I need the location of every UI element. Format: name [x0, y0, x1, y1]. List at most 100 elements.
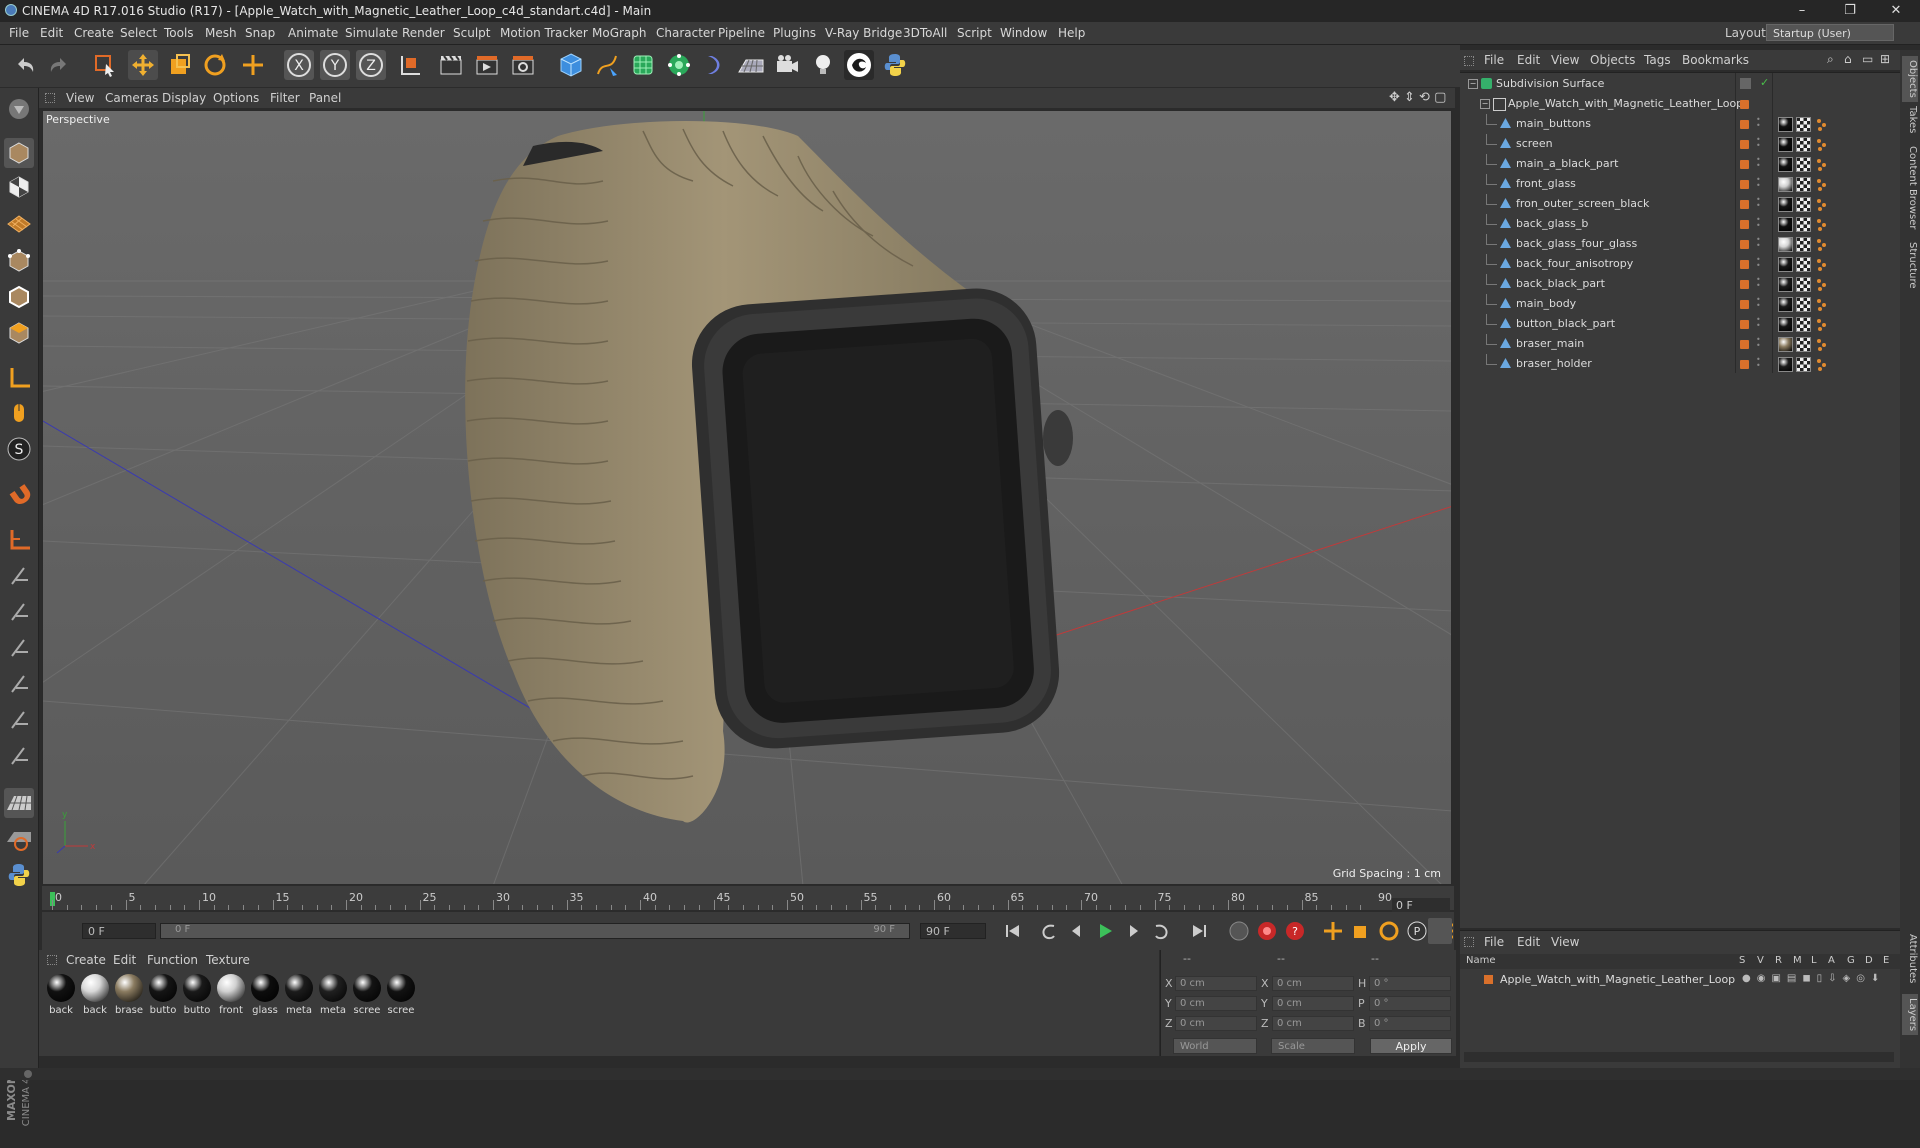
material-tag-icon[interactable] — [1778, 257, 1793, 272]
y-axis-lock-button[interactable]: Y — [320, 50, 350, 80]
object-row[interactable]: back_four_anisotropy • • — [1460, 254, 1900, 274]
uvw-tag-icon[interactable] — [1796, 277, 1811, 292]
object-row[interactable]: braser_holder • • — [1460, 354, 1900, 374]
phong-tag-icon[interactable] — [1814, 357, 1829, 372]
layer-color-dot[interactable] — [1740, 300, 1749, 309]
watch-body[interactable] — [688, 284, 1073, 752]
visibility-dots-icon[interactable]: • • — [1756, 196, 1761, 210]
om-menu-tags[interactable]: Tags — [1644, 53, 1671, 67]
layer-row[interactable]: Apple_Watch_with_Magnetic_Leather_Loop ●… — [1460, 971, 1900, 989]
uvw-tag-icon[interactable] — [1796, 257, 1811, 272]
brush-tool-1[interactable] — [4, 560, 34, 590]
material-swatch[interactable]: brase — [113, 974, 145, 1016]
layer-color-dot[interactable] — [1740, 260, 1749, 269]
visibility-dots-icon[interactable]: • • — [1756, 236, 1761, 250]
coord-size-z-field[interactable]: 0 cm — [1272, 1016, 1354, 1031]
viewport-menu-display[interactable]: Display — [162, 91, 206, 105]
visibility-dots-icon[interactable]: • • — [1756, 256, 1761, 270]
scale-key-button[interactable] — [1348, 918, 1374, 944]
polygons-mode-button[interactable] — [4, 318, 34, 348]
texture-mode-button[interactable] — [4, 172, 34, 202]
material-tag-icon[interactable] — [1778, 277, 1793, 292]
render-to-picture-viewer-button[interactable] — [472, 50, 502, 80]
object-row[interactable]: button_black_part • • — [1460, 314, 1900, 334]
layer-color-dot[interactable] — [1740, 240, 1749, 249]
rotation-key-button[interactable] — [1376, 918, 1402, 944]
deformer-button[interactable] — [700, 50, 730, 80]
start-frame-field[interactable]: 0 F — [82, 923, 156, 939]
phong-tag-icon[interactable] — [1814, 297, 1829, 312]
rotate-tool-button[interactable] — [200, 50, 230, 80]
restore-button[interactable]: ❐ — [1828, 1, 1872, 21]
coord-size-x-field[interactable]: 0 cm — [1272, 976, 1354, 991]
menu-character[interactable]: Character — [656, 26, 715, 40]
layer-color-dot[interactable] — [1740, 320, 1749, 329]
autokey-button[interactable] — [1254, 918, 1280, 944]
brush-tool-3[interactable] — [4, 632, 34, 662]
search-icon[interactable]: ⌕ — [1827, 52, 1834, 67]
coord-rot-b-field[interactable]: 0 ° — [1369, 1016, 1451, 1031]
uvw-tag-icon[interactable] — [1796, 137, 1811, 152]
array-button[interactable] — [664, 50, 694, 80]
om-menu-bookmarks[interactable]: Bookmarks — [1682, 53, 1749, 67]
layer-color-dot[interactable] — [1740, 160, 1749, 169]
material-swatch[interactable]: scree — [351, 974, 383, 1016]
camera-button[interactable] — [772, 50, 802, 80]
snap-button[interactable]: S — [4, 434, 34, 464]
viewport-menu-panel[interactable]: Panel — [309, 91, 341, 105]
tab-attributes[interactable]: Attributes — [1902, 934, 1918, 983]
uvw-tag-icon[interactable] — [1796, 337, 1811, 352]
points-mode-button[interactable] — [4, 246, 34, 276]
viewport-navigation-icons[interactable]: ✥ ⇕ ⟲ ▢ — [1389, 90, 1446, 105]
material-tag-icon[interactable] — [1778, 217, 1793, 232]
end-frame-field[interactable]: 90 F — [920, 923, 986, 939]
phong-tag-icon[interactable] — [1814, 177, 1829, 192]
coord-rot-h-field[interactable]: 0 ° — [1369, 976, 1451, 991]
visibility-dots-icon[interactable]: • • — [1756, 276, 1761, 290]
material-menu-texture[interactable]: Texture — [206, 953, 250, 967]
render-settings-button[interactable] — [508, 50, 538, 80]
visibility-dots-icon[interactable]: • • — [1756, 156, 1761, 170]
visibility-dots-icon[interactable]: • • — [1756, 176, 1761, 190]
menu-mesh[interactable]: Mesh — [205, 26, 237, 40]
z-axis-lock-button[interactable]: Z — [356, 50, 386, 80]
uvw-tag-icon[interactable] — [1796, 197, 1811, 212]
visibility-dots-icon[interactable]: • • — [1756, 296, 1761, 310]
collapse-toggle-icon[interactable]: − — [1480, 99, 1490, 109]
phong-tag-icon[interactable] — [1814, 217, 1829, 232]
material-menu-edit[interactable]: Edit — [113, 953, 136, 967]
visibility-dots-icon[interactable]: • • — [1756, 316, 1761, 330]
uvw-tag-icon[interactable] — [1796, 177, 1811, 192]
menu-select[interactable]: Select — [120, 26, 157, 40]
object-row[interactable]: main_buttons • • — [1460, 114, 1900, 134]
coord-pos-y-field[interactable]: 0 cm — [1175, 996, 1257, 1011]
material-menu-create[interactable]: Create — [66, 953, 106, 967]
material-tag-icon[interactable] — [1778, 157, 1793, 172]
brush-tool-6[interactable] — [4, 740, 34, 770]
play-button[interactable] — [1092, 918, 1118, 944]
3d-viewport[interactable]: y x Perspective Grid Spacing : 1 cm — [42, 110, 1452, 885]
material-swatch[interactable]: meta — [317, 974, 349, 1016]
visibility-toggle-icon[interactable] — [1740, 78, 1751, 89]
layer-color-swatch[interactable] — [1484, 975, 1493, 984]
layer-color-dot[interactable] — [1740, 340, 1749, 349]
material-swatch[interactable]: butto — [147, 974, 179, 1016]
minimize-button[interactable]: – — [1780, 1, 1824, 21]
layer-color-dot[interactable] — [1740, 360, 1749, 369]
menu-sculpt[interactable]: Sculpt — [453, 26, 490, 40]
tab-layers[interactable]: Layers — [1902, 994, 1918, 1036]
sculpt-button[interactable] — [4, 824, 34, 854]
material-tag-icon[interactable] — [1778, 297, 1793, 312]
tweak-mode-button[interactable] — [4, 398, 34, 428]
tab-content-browser[interactable]: Content Browser — [1902, 146, 1918, 229]
menu-window[interactable]: Window — [1000, 26, 1047, 40]
uvw-tag-icon[interactable] — [1796, 317, 1811, 332]
magnet-button[interactable] — [4, 480, 34, 510]
layer-color-dot[interactable] — [1740, 120, 1749, 129]
apply-button[interactable]: Apply — [1370, 1038, 1452, 1054]
frame-range-slider[interactable]: 0 F 90 F — [160, 923, 910, 939]
viewport-menu-cameras[interactable]: Cameras — [105, 91, 158, 105]
object-row-watch-group[interactable]: − Apple_Watch_with_Magnetic_Leather_Loop — [1460, 94, 1900, 114]
uvw-tag-icon[interactable] — [1796, 297, 1811, 312]
menu-create[interactable]: Create — [74, 26, 114, 40]
